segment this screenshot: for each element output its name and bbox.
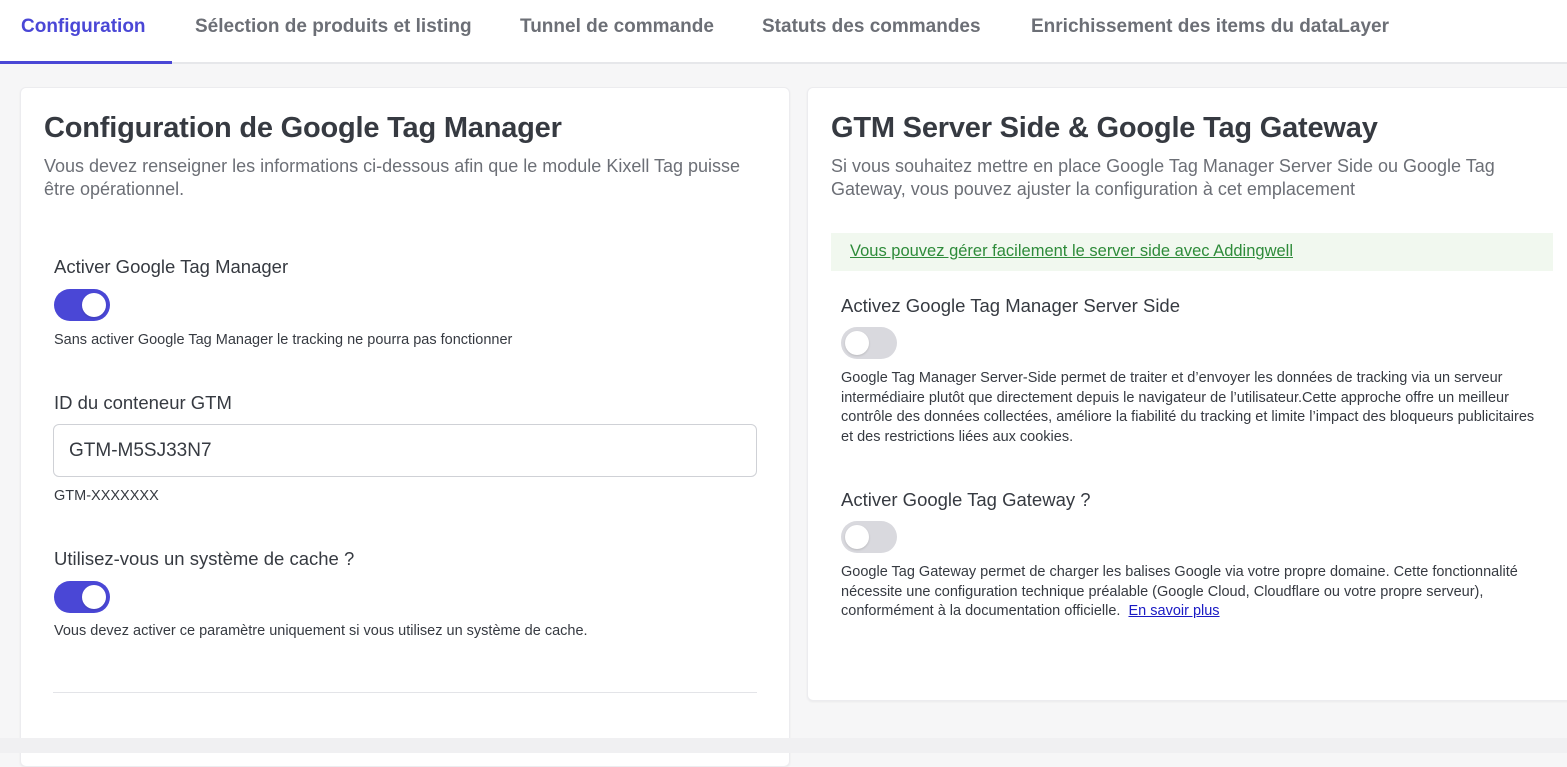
toggle-knob [845,525,869,549]
addingwell-link[interactable]: Vous pouvez gérer facilement le server s… [850,242,1293,261]
tab-order-statuses[interactable]: Statuts des commandes [762,16,981,44]
server-side-toggle[interactable] [841,327,897,359]
cache-label: Utilisez-vous un système de cache ? [54,548,355,569]
container-id-help: GTM-XXXXXXX [54,488,159,504]
server-side-help: Google Tag Manager Server-Side permet de… [841,370,1535,445]
gtm-config-title: Configuration de Google Tag Manager [44,112,562,144]
gateway-help: Google Tag Gateway permet de charger les… [841,563,1547,622]
section-divider [53,692,757,693]
tab-configuration[interactable]: Configuration [21,16,146,44]
enable-gtm-label: Activer Google Tag Manager [54,256,289,277]
container-id-label: ID du conteneur GTM [54,392,232,413]
gateway-label: Activer Google Tag Gateway ? [841,489,1091,510]
active-tab-indicator [0,61,172,64]
tab-checkout-funnel[interactable]: Tunnel de commande [520,16,714,44]
enable-gtm-toggle[interactable] [54,289,110,321]
gtm-config-description: Vous devez renseigner les informations c… [44,156,741,199]
server-side-description: Si vous souhaitez mettre en place Google… [831,156,1495,199]
container-id-input[interactable]: GTM-M5SJ33N7 [53,424,757,477]
bottom-area [0,738,1567,753]
tab-bar: Configuration Sélection de produits et l… [0,0,1567,64]
cache-help: Vous devez activer ce paramètre uniqueme… [54,623,588,639]
enable-gtm-help: Sans activer Google Tag Manager le track… [54,332,513,348]
server-side-label: Activez Google Tag Manager Server Side [841,295,1181,316]
server-side-title: GTM Server Side & Google Tag Gateway [831,112,1378,144]
toggle-knob [82,293,106,317]
addingwell-alert: Vous pouvez gérer facilement le server s… [831,233,1553,271]
gateway-toggle[interactable] [841,521,897,553]
tab-product-selection[interactable]: Sélection de produits et listing [195,16,472,44]
cache-toggle[interactable] [54,581,110,613]
toggle-knob [845,331,869,355]
learn-more-link[interactable]: En savoir plus [1128,603,1219,619]
tab-datalayer-enrichment[interactable]: Enrichissement des items du dataLayer [1031,16,1389,44]
toggle-knob [82,585,106,609]
